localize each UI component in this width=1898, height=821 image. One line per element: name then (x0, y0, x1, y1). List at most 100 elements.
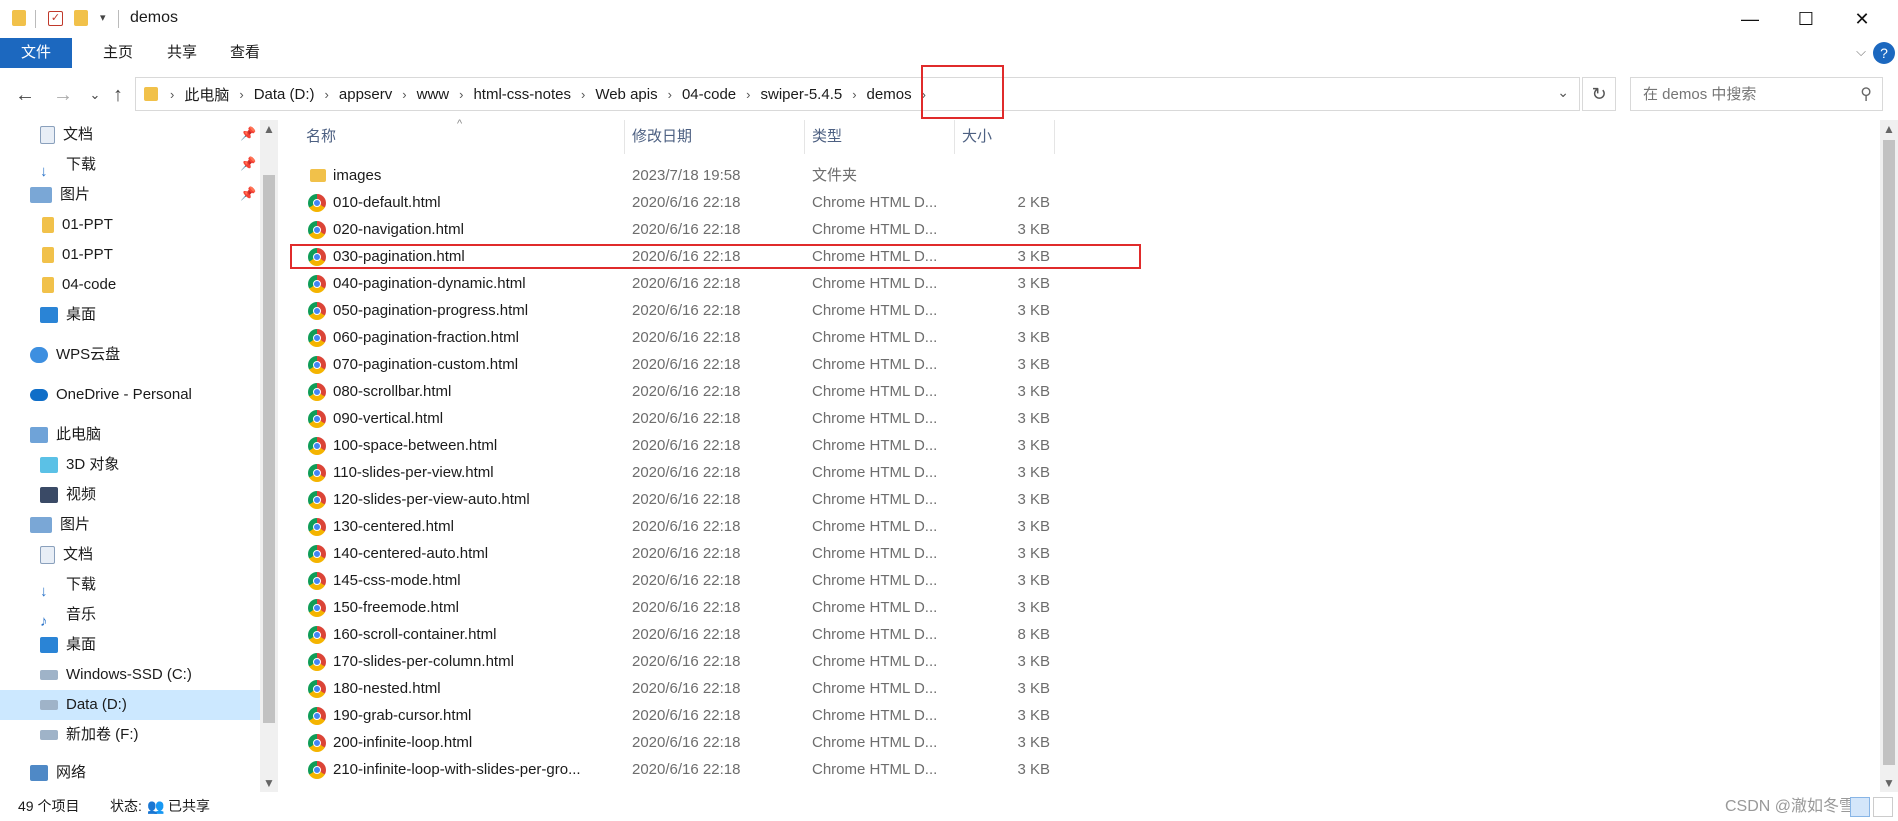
nav-item-desktop[interactable]: 桌面 (40, 630, 96, 660)
up-button[interactable]: ↑ (105, 82, 131, 108)
scroll-thumb[interactable] (263, 175, 275, 723)
chevron-right-icon[interactable]: › (168, 87, 176, 102)
file-row[interactable]: 170-slides-per-column.html 2020/6/16 22:1… (292, 648, 1892, 675)
file-row[interactable]: 120-slides-per-view-auto.html 2020/6/16 2… (292, 486, 1892, 513)
nav-item-downloads-quick[interactable]: ↓ 下载 (40, 150, 96, 180)
file-row[interactable]: 190-grab-cursor.html 2020/6/16 22:18 Chrom… (292, 702, 1892, 729)
chevron-right-icon[interactable]: › (666, 87, 674, 102)
nav-item-onedrive[interactable]: OneDrive - Personal (30, 380, 192, 410)
customize-quick-access-icon[interactable]: ▾ (100, 11, 106, 24)
nav-item-3d-objects[interactable]: 3D 对象 (40, 450, 119, 480)
column-header-date[interactable]: 修改日期 (632, 120, 692, 154)
tab-view[interactable]: 查看 (213, 38, 277, 68)
file-row[interactable]: 180-nested.html 2020/6/16 22:18 Chrome HTM… (292, 675, 1892, 702)
large-icons-view-button[interactable] (1873, 797, 1893, 817)
chevron-right-icon[interactable]: › (850, 87, 858, 102)
crumb-04-code[interactable]: 04-code (674, 86, 744, 103)
nav-item-drive-f[interactable]: 新加卷 (F:) (40, 720, 139, 750)
maximize-button[interactable]: ☐ (1778, 0, 1834, 38)
nav-item-wps-cloud[interactable]: WPS云盘 (30, 340, 120, 370)
file-row[interactable]: 200-infinite-loop.html 2020/6/16 22:18 Chr… (292, 729, 1892, 756)
chevron-right-icon[interactable]: › (457, 87, 465, 102)
pin-icon[interactable]: 📌 (240, 186, 256, 202)
file-row[interactable]: 140-centered-auto.html 2020/6/16 22:18 Chr… (292, 540, 1892, 567)
scroll-down-arrow[interactable]: ▼ (1880, 776, 1898, 790)
file-row[interactable]: 040-pagination-dynamic.html 2020/6/16 22:… (292, 270, 1892, 297)
crumb-demos[interactable]: demos (859, 86, 920, 103)
chevron-right-icon[interactable]: › (744, 87, 752, 102)
address-history-dropdown[interactable]: ⌄ (1557, 84, 1569, 101)
scroll-thumb[interactable] (1883, 140, 1895, 765)
file-row[interactable]: 160-scroll-container.html 2020/6/16 22:18… (292, 621, 1892, 648)
details-view-button[interactable] (1850, 797, 1870, 817)
nav-item-drive-c[interactable]: Windows-SSD (C:) (40, 660, 192, 690)
crumb-this-pc[interactable]: 此电脑 (176, 84, 237, 105)
nav-item-videos[interactable]: 视频 (40, 480, 96, 510)
column-header-name[interactable]: 名称 (306, 120, 336, 154)
help-icon[interactable]: ? (1873, 42, 1895, 64)
search-box[interactable]: ⚲ (1630, 77, 1883, 111)
column-header-size[interactable]: 大小 (962, 120, 992, 154)
file-row[interactable]: 010-default.html 2020/6/16 22:18 Chrome HT… (292, 189, 1892, 216)
column-divider[interactable] (624, 120, 625, 154)
search-input[interactable] (1641, 78, 1845, 110)
pin-icon[interactable]: 📌 (240, 156, 256, 172)
scroll-down-arrow[interactable]: ▼ (260, 776, 278, 790)
file-row[interactable]: 210-infinite-loop-with-slides-per-gro...… (292, 756, 1892, 783)
forward-button[interactable]: → (50, 82, 76, 108)
crumb-www[interactable]: www (409, 86, 458, 103)
pin-icon[interactable]: 📌 (240, 126, 256, 142)
column-divider[interactable] (1054, 120, 1055, 154)
file-row[interactable]: images 2023/7/18 19:58 文件夹 (292, 162, 1892, 189)
nav-item-desktop-quick[interactable]: 桌面 (40, 300, 96, 330)
file-row[interactable]: 060-pagination-fraction.html 2020/6/16 22… (292, 324, 1892, 351)
file-row[interactable]: 150-freemode.html 2020/6/16 22:18 Chrome H… (292, 594, 1892, 621)
column-header-type[interactable]: 类型 (812, 120, 842, 154)
nav-item-drive-d[interactable]: Data (D:) (0, 690, 260, 720)
nav-item-music[interactable]: ♪ 音乐 (40, 600, 96, 630)
tab-home[interactable]: 主页 (86, 38, 150, 68)
chevron-right-icon[interactable]: › (323, 87, 331, 102)
column-divider[interactable] (804, 120, 805, 154)
tab-file[interactable]: 文件 (0, 38, 72, 68)
nav-item-pictures-quick[interactable]: 图片 (30, 180, 90, 210)
nav-item-documents-quick[interactable]: 文档 (40, 120, 93, 150)
nav-item-04-code[interactable]: 04-code (42, 270, 116, 300)
minimize-button[interactable]: — (1722, 0, 1778, 38)
address-bar[interactable]: › 此电脑 › Data (D:) › appserv › www › html… (135, 77, 1580, 111)
crumb-web-apis[interactable]: Web apis (587, 86, 665, 103)
file-row[interactable]: 020-navigation.html 2020/6/16 22:18 Chrome… (292, 216, 1892, 243)
chevron-right-icon[interactable]: › (400, 87, 408, 102)
nav-item-network[interactable]: 网络 (30, 758, 86, 788)
crumb-swiper[interactable]: swiper-5.4.5 (753, 86, 851, 103)
nav-item-downloads[interactable]: ↓ 下载 (40, 570, 96, 600)
file-list-scrollbar[interactable]: ▲ ▼ (1880, 120, 1898, 792)
search-icon[interactable]: ⚲ (1860, 84, 1872, 104)
file-row[interactable]: 100-space-between.html 2020/6/16 22:18 Chr… (292, 432, 1892, 459)
chevron-right-icon[interactable]: › (237, 87, 245, 102)
file-row[interactable]: 090-vertical.html 2020/6/16 22:18 Chrome H… (292, 405, 1892, 432)
scroll-up-arrow[interactable]: ▲ (1880, 122, 1898, 136)
file-row[interactable]: 110-slides-per-view.html 2020/6/16 22:18 C… (292, 459, 1892, 486)
back-button[interactable]: ← (12, 82, 38, 108)
file-row[interactable]: 070-pagination-custom.html 2020/6/16 22:1… (292, 351, 1892, 378)
nav-item-01-ppt-2[interactable]: 01-PPT (42, 240, 113, 270)
tab-share[interactable]: 共享 (150, 38, 214, 68)
refresh-button[interactable]: ↻ (1582, 77, 1616, 111)
nav-item-01-ppt[interactable]: 01-PPT (42, 210, 113, 240)
crumb-data-d[interactable]: Data (D:) (246, 86, 323, 103)
properties-icon[interactable]: ✓ (48, 11, 63, 26)
nav-item-pictures[interactable]: 图片 (30, 510, 90, 540)
crumb-appserv[interactable]: appserv (331, 86, 400, 103)
close-button[interactable]: ✕ (1834, 0, 1890, 38)
nav-item-documents[interactable]: 文档 (40, 540, 93, 570)
file-row[interactable]: 080-scrollbar.html 2020/6/16 22:18 Chrome … (292, 378, 1892, 405)
chevron-down-icon[interactable]: ⌵ (1856, 44, 1866, 60)
new-folder-icon[interactable] (74, 10, 88, 26)
file-row[interactable]: 130-centered.html 2020/6/16 22:18 Chrome H… (292, 513, 1892, 540)
nav-item-this-pc[interactable]: 此电脑 (30, 420, 101, 450)
chevron-right-icon[interactable]: › (579, 87, 587, 102)
crumb-html-css-notes[interactable]: html-css-notes (465, 86, 579, 103)
file-row[interactable]: 145-css-mode.html 2020/6/16 22:18 Chrome H… (292, 567, 1892, 594)
column-divider[interactable] (954, 120, 955, 154)
